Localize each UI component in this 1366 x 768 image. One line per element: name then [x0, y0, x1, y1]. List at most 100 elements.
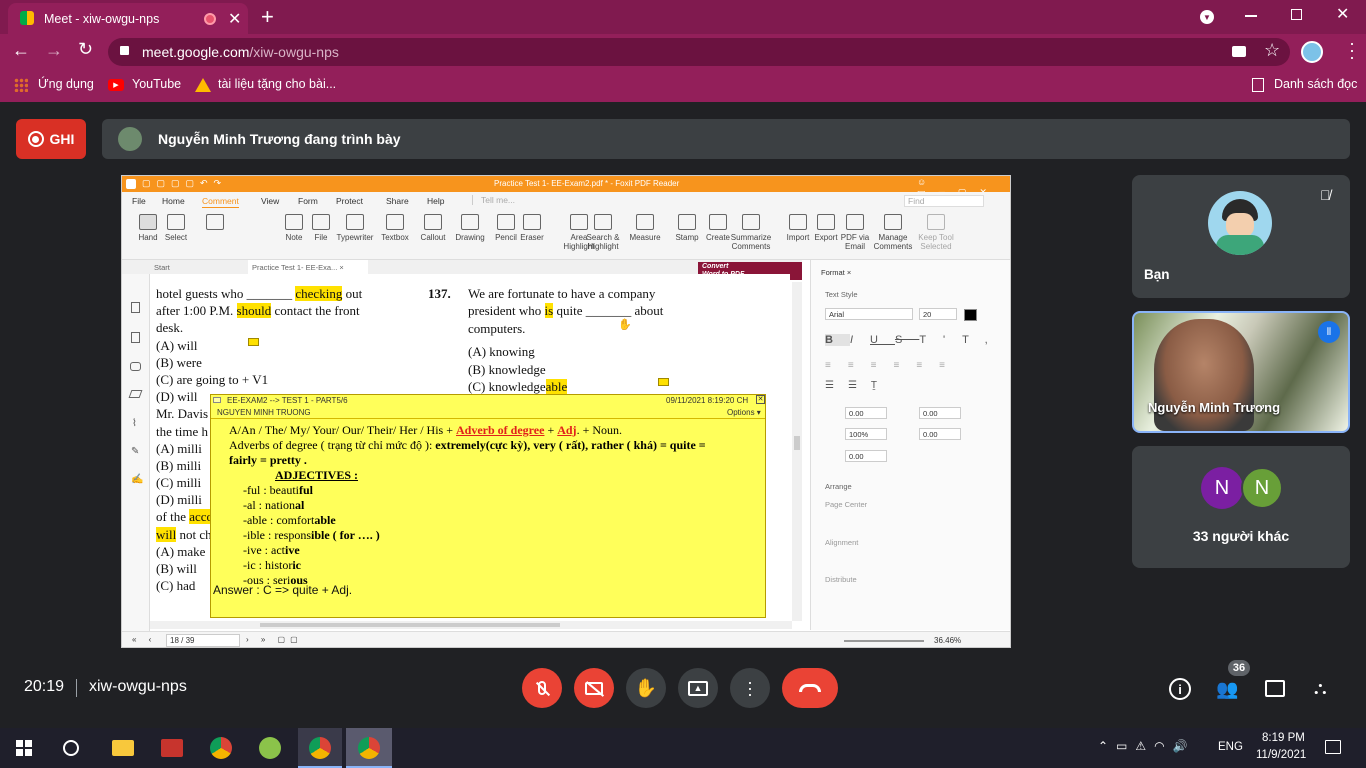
bookmark-youtube[interactable]: YouTube: [132, 77, 181, 91]
ribbon-button[interactable]: Search & Highlight: [582, 214, 624, 251]
reading-list[interactable]: Danh sách đọc: [1274, 77, 1357, 91]
camera-in-use-icon[interactable]: [1232, 46, 1246, 57]
spacing-field-3[interactable]: 100%: [845, 428, 887, 440]
comments-panel-icon[interactable]: [130, 362, 141, 371]
present-button[interactable]: ▲: [678, 668, 718, 708]
font-style-buttons[interactable]: BIUST'T,: [825, 334, 1005, 346]
comment-marker-icon[interactable]: [658, 378, 669, 386]
ribbon-button[interactable]: Eraser: [511, 214, 553, 242]
chat-icon[interactable]: [1265, 680, 1285, 697]
tell-me-field[interactable]: Tell me...: [472, 195, 542, 205]
zoom-slider[interactable]: [844, 640, 924, 642]
page-indicator[interactable]: 18 / 39: [166, 634, 240, 647]
app-icon[interactable]: [161, 739, 183, 757]
chrome-profile-icon[interactable]: [298, 728, 342, 768]
taskbar-date[interactable]: 11/9/2021: [1256, 749, 1306, 761]
color-swatch[interactable]: [964, 309, 977, 321]
menu-file[interactable]: File: [132, 196, 146, 206]
others-tile[interactable]: N N 33 người khác: [1132, 446, 1350, 568]
windows-start-icon[interactable]: [16, 740, 32, 756]
tray-icons[interactable]: ⌃▭⚠◠🔊: [1098, 739, 1196, 753]
ribbon-button[interactable]: PDF via Email: [834, 214, 876, 251]
layers-panel-icon[interactable]: [128, 390, 143, 398]
ribbon-button[interactable]: Keep Tool Selected: [915, 214, 957, 251]
more-options-button[interactable]: · · ·: [730, 668, 770, 708]
reload-icon[interactable]: ↻: [78, 39, 93, 60]
app-icon[interactable]: [259, 737, 281, 759]
close-tab-icon[interactable]: ✕: [228, 9, 241, 29]
size-select[interactable]: 20: [919, 308, 957, 320]
ribbon-button[interactable]: Callout: [412, 214, 454, 242]
chrome-icon[interactable]: [210, 737, 232, 759]
doc-tab-practice[interactable]: Practice Test 1- EE-Exa... ×: [248, 260, 368, 274]
spacing-field-5[interactable]: 0.00: [845, 450, 887, 462]
menu-protect[interactable]: Protect: [336, 196, 363, 206]
comment-popup-note[interactable]: EE-EXAM2 --> TEST 1 - PART5/6 09/11/2021…: [210, 394, 766, 618]
language-indicator[interactable]: ENG: [1218, 741, 1243, 753]
end-call-button[interactable]: [782, 668, 838, 708]
meeting-info-icon[interactable]: i: [1169, 678, 1191, 700]
horizontal-scrollbar[interactable]: [150, 621, 792, 629]
signatures-panel-icon[interactable]: ✎: [131, 446, 139, 457]
note-close-icon[interactable]: ✕: [756, 395, 765, 404]
attachments-panel-icon[interactable]: ⌇: [132, 418, 137, 429]
reading-list-icon[interactable]: [1252, 78, 1264, 92]
ribbon-button[interactable]: Measure: [624, 214, 666, 242]
omnibox[interactable]: meet.google.com/xiw-owgu-nps ☆: [108, 38, 1290, 66]
bookmark-star-icon[interactable]: ☆: [1264, 40, 1280, 61]
menu-share[interactable]: Share: [386, 196, 409, 206]
ribbon-button[interactable]: Textbox: [374, 214, 416, 242]
apps-grid-icon[interactable]: [14, 78, 28, 92]
file-explorer-icon[interactable]: [112, 740, 134, 756]
menu-help[interactable]: Help: [427, 196, 444, 206]
recording-button[interactable]: GHI: [16, 119, 86, 159]
browser-tab[interactable]: Meet - xiw-owgu-nps ✕: [8, 3, 248, 34]
camera-toggle-button[interactable]: [574, 668, 614, 708]
spacing-field-1[interactable]: 0.00: [845, 407, 887, 419]
spacing-field-2[interactable]: 0.00: [919, 407, 961, 419]
avatar[interactable]: [1301, 41, 1323, 63]
taskbar-time[interactable]: 8:19 PM: [1262, 732, 1305, 744]
new-tab-icon[interactable]: +: [261, 4, 274, 30]
spacing-field-4[interactable]: 0.00: [919, 428, 961, 440]
activities-icon[interactable]: ⛬: [1314, 678, 1327, 699]
bookmarks-panel-icon[interactable]: [131, 302, 140, 313]
scroll-thumb[interactable]: [794, 436, 800, 450]
page-nav-next-icons[interactable]: › » ▢▢: [246, 635, 303, 644]
menu-home[interactable]: Home: [162, 196, 185, 206]
minimize-icon[interactable]: [1245, 15, 1257, 17]
notifications-icon[interactable]: [1325, 740, 1341, 754]
chrome-menu-icon[interactable]: · · ·: [1349, 34, 1355, 66]
comment-marker-icon[interactable]: [248, 338, 259, 346]
menu-form[interactable]: Form: [298, 196, 318, 206]
restore-icon[interactable]: [1291, 9, 1302, 20]
people-icon[interactable]: 👥: [1216, 679, 1238, 700]
align-buttons-icon[interactable]: ≡≡≡≡≡≡: [825, 360, 962, 371]
bookmark-apps[interactable]: Ứng dụng: [38, 77, 94, 91]
note-body[interactable]: A/An / The/ My/ Your/ Our/ Their/ Her / …: [229, 423, 759, 588]
close-window-icon[interactable]: ✕: [1336, 4, 1349, 24]
ribbon-button[interactable]: Summarize Comments: [730, 214, 772, 251]
menu-view[interactable]: View: [261, 196, 279, 206]
chrome-profile-icon[interactable]: [346, 728, 392, 768]
ribbon-button[interactable]: Select: [155, 214, 197, 242]
forward-icon[interactable]: →: [45, 40, 63, 61]
pages-panel-icon[interactable]: [131, 332, 140, 343]
profile-menu-icon[interactable]: ▼: [1200, 10, 1214, 24]
search-icon[interactable]: [63, 740, 79, 756]
mic-toggle-button[interactable]: [522, 668, 562, 708]
zoom-value[interactable]: 36.46%: [934, 636, 961, 645]
note-options[interactable]: Options ▾: [727, 408, 761, 417]
ribbon-button[interactable]: [194, 214, 236, 233]
font-select[interactable]: Arial: [825, 308, 913, 320]
ribbon-button[interactable]: Typewriter: [334, 214, 376, 242]
doc-tab-start[interactable]: Start: [154, 263, 170, 272]
format-tab[interactable]: Format ×: [821, 268, 851, 277]
bookmark-drive[interactable]: tài liệu tặng cho bài...: [218, 77, 336, 91]
find-field[interactable]: Find: [904, 195, 984, 207]
vertical-scrollbar[interactable]: [792, 282, 802, 621]
list-buttons-icon[interactable]: ☰☰Ṯ: [825, 380, 891, 391]
back-icon[interactable]: ←: [12, 40, 30, 61]
ribbon-button[interactable]: Manage Comments: [872, 214, 914, 251]
page-nav-icons[interactable]: « ‹: [132, 635, 156, 644]
